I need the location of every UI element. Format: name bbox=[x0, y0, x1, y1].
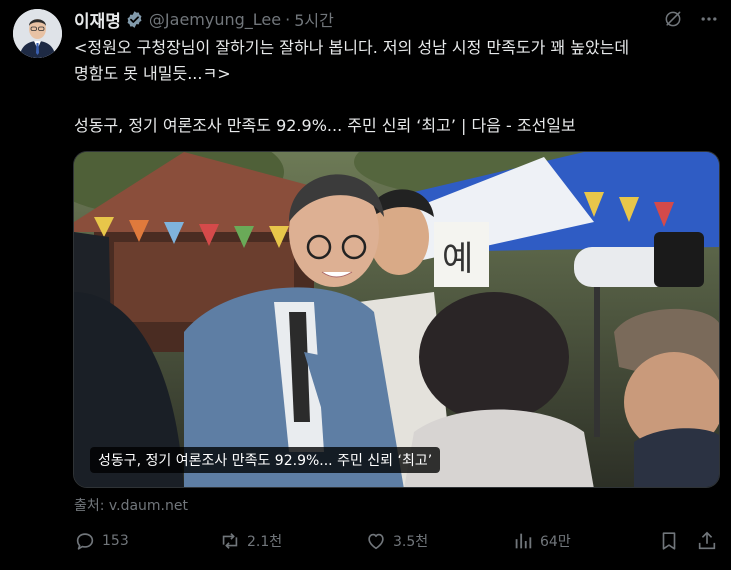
avatar[interactable] bbox=[13, 9, 62, 58]
separator-dot: · bbox=[285, 9, 291, 29]
reply-icon bbox=[74, 530, 96, 552]
header-actions bbox=[663, 9, 719, 29]
like-icon bbox=[365, 530, 387, 552]
timestamp[interactable]: 5시간 bbox=[294, 7, 334, 31]
author-handle[interactable]: @Jaemyung_Lee bbox=[149, 10, 281, 29]
like-count: 3.5천 bbox=[393, 534, 429, 550]
share-button[interactable] bbox=[696, 530, 718, 552]
repost-button[interactable]: 2.1천 bbox=[219, 530, 282, 552]
reply-button[interactable]: 153 bbox=[74, 530, 129, 552]
more-icon[interactable] bbox=[699, 9, 719, 29]
grok-icon[interactable] bbox=[663, 9, 683, 29]
bookmark-button[interactable] bbox=[658, 530, 680, 552]
author-name[interactable]: 이재명 bbox=[74, 7, 121, 32]
card-caption: 성동구, 정기 여론조사 만족도 92.9%... 주민 신뢰 ‘최고’ bbox=[90, 447, 441, 473]
news-photo: 예 bbox=[74, 152, 719, 487]
reply-count: 153 bbox=[102, 533, 129, 549]
bookmark-icon bbox=[658, 530, 680, 552]
views-count: 64만 bbox=[540, 534, 571, 550]
share-icon bbox=[696, 530, 718, 552]
tweet-text: <정원오 구청장님이 잘하기는 잘하나 봅니다. 저의 성남 시정 만족도가 꽤… bbox=[74, 38, 630, 135]
tweet-actions: 153 2.1천 3.5천 64만 bbox=[68, 530, 731, 558]
repost-icon bbox=[219, 530, 241, 552]
views-icon bbox=[512, 530, 534, 552]
photo-sign-text: 예 bbox=[442, 239, 473, 279]
card-source[interactable]: 출처: v.daum.net bbox=[74, 495, 188, 515]
views-button[interactable]: 64만 bbox=[512, 530, 571, 552]
verified-badge-icon[interactable] bbox=[125, 10, 144, 29]
repost-count: 2.1천 bbox=[247, 534, 283, 550]
like-button[interactable]: 3.5천 bbox=[365, 530, 428, 552]
tweet-header: 이재명 @Jaemyung_Lee · 5시간 bbox=[74, 7, 334, 32]
link-card-image[interactable]: 예 성동구, 정기 여론조사 만족도 92.9%... 주민 신뢰 ‘최고’ bbox=[73, 151, 720, 488]
